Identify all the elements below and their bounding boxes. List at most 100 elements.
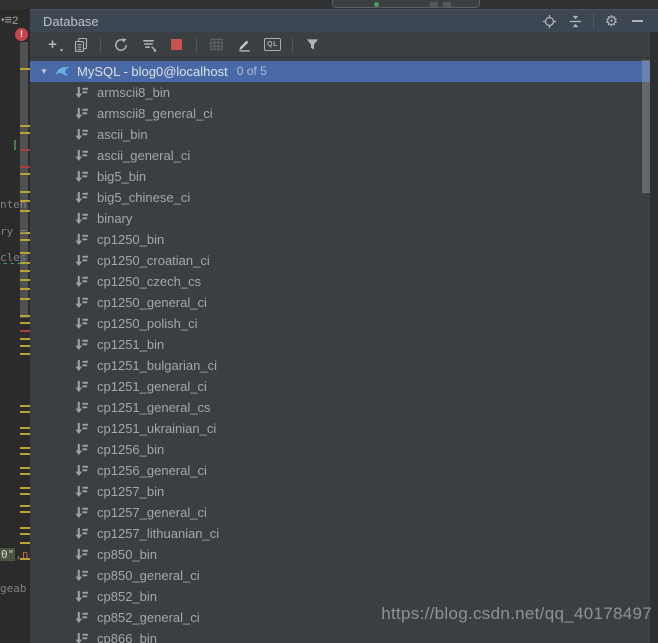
tree-item-collation[interactable]: cp866_bin xyxy=(30,628,650,643)
collation-icon xyxy=(74,421,89,436)
table-view-button[interactable] xyxy=(208,36,225,53)
tree-item-collation[interactable]: cp1251_bulgarian_ci xyxy=(30,355,650,376)
tree-item-collation[interactable]: cp1256_bin xyxy=(30,439,650,460)
ql-console-icon: QL xyxy=(264,38,281,51)
collation-icon xyxy=(74,547,89,562)
error-indicator-badge[interactable]: ! xyxy=(15,28,28,41)
collation-name: cp852_general_ci xyxy=(97,607,200,628)
tree-item-collation[interactable]: cp1250_polish_ci xyxy=(30,313,650,334)
filter-button[interactable] xyxy=(304,36,321,53)
collation-name: cp1257_general_ci xyxy=(97,502,207,523)
add-datasource-button[interactable]: + ▾ xyxy=(44,36,61,53)
collation-icon xyxy=(74,610,89,625)
collation-name: cp1251_bin xyxy=(97,334,164,355)
tree-item-collation[interactable]: ascii_general_ci xyxy=(30,145,650,166)
warning-mark xyxy=(20,433,30,435)
tree-item-collation[interactable]: cp1251_bin xyxy=(30,334,650,355)
tree-item-collation[interactable]: cp850_general_ci xyxy=(30,565,650,586)
collation-icon xyxy=(74,127,89,142)
datasource-properties-icon[interactable] xyxy=(140,36,157,53)
tree-item-collation[interactable]: cp1250_czech_cs xyxy=(30,271,650,292)
collation-name: cp850_bin xyxy=(97,544,157,565)
collation-icon xyxy=(74,379,89,394)
divider xyxy=(593,14,594,29)
hide-panel-icon[interactable] xyxy=(629,13,646,30)
tree-item-collation[interactable]: cp1251_general_cs xyxy=(30,397,650,418)
tree-item-collation[interactable]: cp1256_general_ci xyxy=(30,460,650,481)
collation-icon xyxy=(74,316,89,331)
warning-mark xyxy=(20,542,30,544)
synchronize-button[interactable] xyxy=(112,36,129,53)
tree-item-collation[interactable]: cp1250_general_ci xyxy=(30,292,650,313)
warning-mark xyxy=(20,270,30,272)
collation-name: cp1251_general_cs xyxy=(97,397,210,418)
tree-item-collation[interactable]: cp850_bin xyxy=(30,544,650,565)
database-tool-window: Database ⚙ xyxy=(30,9,658,643)
collation-name: cp1251_ukrainian_ci xyxy=(97,418,216,439)
collation-name: cp1250_croatian_ci xyxy=(97,250,210,271)
tree-items: armscii8_bin armscii8_general_ci ascii_b… xyxy=(30,82,650,643)
tree-item-collation[interactable]: cp1257_general_ci xyxy=(30,502,650,523)
warning-mark xyxy=(20,288,30,290)
warning-mark xyxy=(20,527,30,529)
tree-item-collation[interactable]: ascii_bin xyxy=(30,124,650,145)
code-fragment: nten xyxy=(0,198,30,211)
panel-scrollbar-thumb[interactable] xyxy=(642,60,650,193)
collation-icon xyxy=(74,631,89,643)
error-mark xyxy=(20,166,30,168)
string-literal: 0" xyxy=(0,548,15,561)
gear-icon[interactable]: ⚙ xyxy=(603,13,620,30)
collation-icon xyxy=(74,295,89,310)
collation-name: cp1250_general_ci xyxy=(97,292,207,313)
warning-mark xyxy=(20,453,30,455)
warning-mark xyxy=(20,411,30,413)
collation-icon xyxy=(74,589,89,604)
tree-item-collation[interactable]: big5_bin xyxy=(30,166,650,187)
tree-item-collation[interactable]: cp1257_lithuanian_ci xyxy=(30,523,650,544)
hidden-tabs-indicator[interactable]: ▾≡2 xyxy=(1,12,29,27)
code-fragment: geab xyxy=(0,582,30,595)
tree-item-collation[interactable]: cp1251_general_ci xyxy=(30,376,650,397)
root-label: MySQL - blog0@localhost xyxy=(77,61,228,82)
warning-mark xyxy=(20,533,30,535)
tree-item-collation[interactable]: big5_chinese_ci xyxy=(30,187,650,208)
collation-name: cp1257_lithuanian_ci xyxy=(97,523,219,544)
tool-window-header: Database ⚙ xyxy=(30,9,658,32)
warning-mark xyxy=(20,345,30,347)
tree-item-collation[interactable]: armscii8_bin xyxy=(30,82,650,103)
warning-mark xyxy=(20,279,30,281)
warning-mark xyxy=(20,487,30,489)
collation-name: cp1250_czech_cs xyxy=(97,271,201,292)
stop-button[interactable] xyxy=(168,36,185,53)
tree-item-collation[interactable]: binary xyxy=(30,208,650,229)
collation-icon xyxy=(74,148,89,163)
mysql-dolphin-icon xyxy=(54,63,71,80)
modify-button[interactable] xyxy=(236,36,253,53)
collation-icon xyxy=(74,568,89,583)
code-fragment: 0",n xyxy=(0,548,30,561)
warning-mark xyxy=(20,132,30,134)
panel-title: Database xyxy=(30,14,99,29)
tree-item-collation[interactable]: cp1251_ukrainian_ci xyxy=(30,418,650,439)
scroll-from-source-icon[interactable] xyxy=(541,13,558,30)
collation-icon xyxy=(74,274,89,289)
database-tree: ▼ MySQL - blog0@localhost 0 of 5 armscii… xyxy=(30,59,650,643)
jump-to-console-button[interactable]: QL xyxy=(264,36,281,53)
duplicate-button[interactable] xyxy=(72,36,89,53)
tree-item-collation[interactable]: armscii8_general_ci xyxy=(30,103,650,124)
run-configuration-combo[interactable] xyxy=(332,0,480,8)
collation-name: cp1256_general_ci xyxy=(97,460,207,481)
toolbar-icon-fragment xyxy=(443,2,451,7)
warning-mark xyxy=(20,353,30,355)
collation-name: armscii8_general_ci xyxy=(97,103,213,124)
tree-item-collation[interactable]: cp1250_croatian_ci xyxy=(30,250,650,271)
tree-root-mysql[interactable]: ▼ MySQL - blog0@localhost 0 of 5 xyxy=(30,61,650,82)
editor-scrollbar-thumb[interactable] xyxy=(20,42,28,318)
divider xyxy=(292,37,293,53)
collapse-all-icon[interactable] xyxy=(567,13,584,30)
expand-arrow-icon[interactable]: ▼ xyxy=(38,61,50,82)
change-marker xyxy=(14,140,16,150)
warning-mark xyxy=(20,315,30,317)
tree-item-collation[interactable]: cp1257_bin xyxy=(30,481,650,502)
tree-item-collation[interactable]: cp1250_bin xyxy=(30,229,650,250)
